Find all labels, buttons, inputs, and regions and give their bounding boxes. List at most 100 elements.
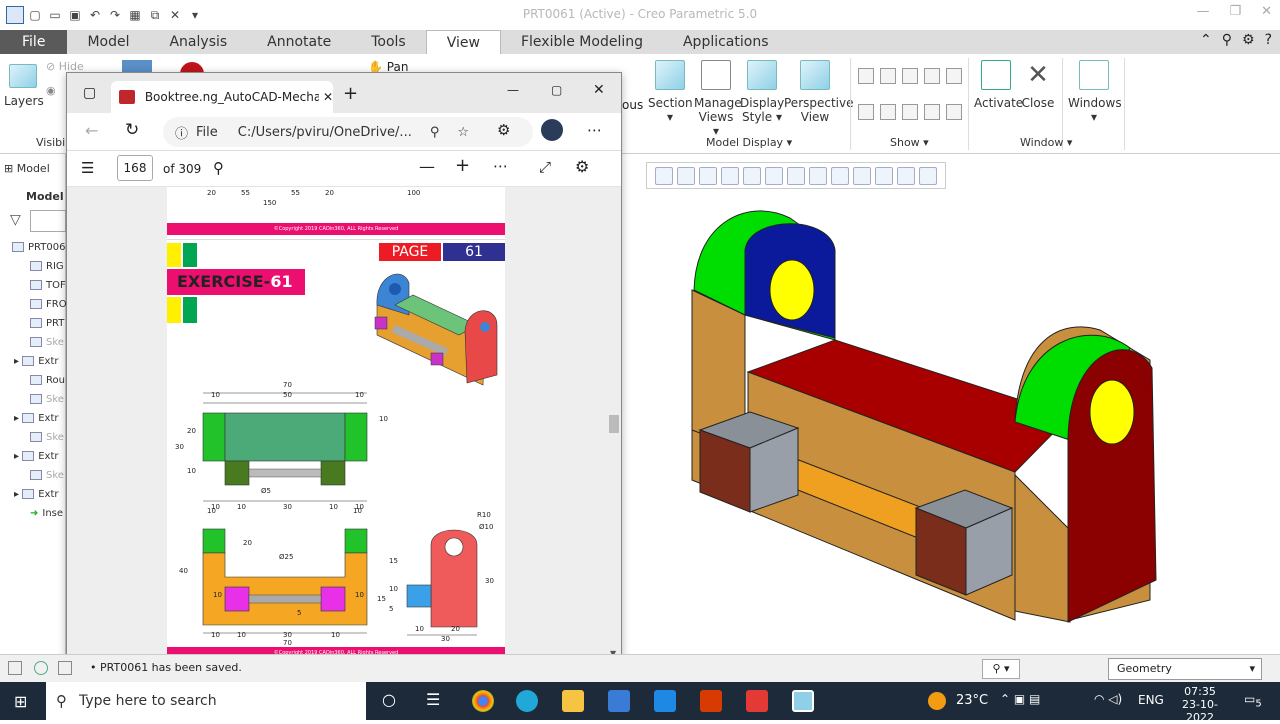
maximize-icon[interactable]: ▢ <box>551 83 562 97</box>
wps-icon[interactable] <box>746 690 768 712</box>
page-number-input[interactable]: 168 <box>117 155 153 181</box>
windows-button[interactable]: Windows ▾ <box>1068 60 1122 124</box>
weather-icon[interactable] <box>928 692 946 710</box>
perspective-view-button[interactable]: Perspective View <box>784 60 854 124</box>
zoom-in-icon[interactable]: + <box>455 155 470 176</box>
edge-icon[interactable] <box>516 690 538 712</box>
axis-display-icon[interactable] <box>880 68 896 84</box>
tree-item[interactable]: FRO <box>30 299 67 310</box>
view-manager-icon[interactable] <box>809 166 827 185</box>
find-icon[interactable]: ⚲ <box>213 159 224 177</box>
tree-item[interactable]: ▸ Extr <box>14 451 58 462</box>
start-icon[interactable]: ⊞ <box>14 692 27 711</box>
store-icon[interactable] <box>608 690 630 712</box>
minimize-icon[interactable]: — <box>1196 4 1209 19</box>
zoom-icon[interactable]: ⚲ <box>430 125 440 140</box>
zoom-out-icon[interactable] <box>699 166 717 185</box>
notifications-icon[interactable]: ▭5 <box>1244 692 1262 709</box>
tab-flexible-modeling[interactable]: Flexible Modeling <box>501 30 663 54</box>
model-tree-tab[interactable]: ⊞ Model <box>4 162 50 175</box>
annotation-display-icon[interactable] <box>946 68 962 84</box>
visibility-eye-icon[interactable]: ◉ <box>46 84 56 97</box>
point-tag-icon[interactable] <box>902 104 918 120</box>
settings-icon[interactable]: ⚙ <box>1242 32 1255 48</box>
tab-model[interactable]: Model <box>67 30 149 54</box>
spin-center-icon[interactable] <box>919 166 937 185</box>
tree-item[interactable]: TOF <box>30 280 66 291</box>
pdf-scrollbar[interactable]: ▼ <box>609 187 619 661</box>
zoom-in-icon[interactable] <box>677 166 695 185</box>
fullscreen-icon[interactable] <box>58 661 72 675</box>
browser-tab[interactable]: Booktree.ng_AutoCAD-Mechanic ✕ <box>111 81 333 113</box>
repaint-icon[interactable] <box>721 166 739 185</box>
tree-item[interactable]: ➜ Inse <box>30 508 63 519</box>
tree-item[interactable]: Ske <box>30 337 64 348</box>
section-icon[interactable] <box>853 166 871 185</box>
activate-button[interactable]: Activate <box>974 60 1023 110</box>
display-style-button[interactable]: Display Style ▾ <box>740 60 784 124</box>
refit-icon[interactable] <box>655 166 673 185</box>
creo-icon[interactable] <box>792 690 814 712</box>
restore-icon[interactable]: ❐ <box>1229 4 1241 19</box>
tree-item[interactable]: RIG <box>30 261 64 272</box>
fit-page-icon[interactable]: ⤢ <box>539 158 551 176</box>
tab-file[interactable]: File <box>0 30 68 54</box>
mail-icon[interactable] <box>654 690 676 712</box>
tab-view[interactable]: View <box>425 30 501 54</box>
spin-center-icon[interactable] <box>946 104 962 120</box>
avatar[interactable] <box>541 119 563 141</box>
url-field[interactable]: ⓘ File C:/Users/pviru/OneDrive/... ⚲ ☆ <box>163 117 533 147</box>
tab-analysis[interactable]: Analysis <box>149 30 247 54</box>
network-sound-icon[interactable]: ◠ ◁) <box>1094 692 1122 706</box>
toggle-navigator-icon[interactable] <box>8 661 22 675</box>
tree-item[interactable]: ▸ Extr <box>14 413 58 424</box>
pdf-viewport[interactable]: 20 55 55 20 150 100 ©Copyright 2019 CADi… <box>67 187 621 661</box>
perspective-icon[interactable] <box>831 166 849 185</box>
filter-icon[interactable]: ▽ <box>10 212 21 228</box>
tab-annotate[interactable]: Annotate <box>247 30 351 54</box>
chrome-icon[interactable] <box>472 690 494 712</box>
language-indicator[interactable]: ENG <box>1138 693 1164 707</box>
new-tab-icon[interactable]: + <box>343 83 358 104</box>
point-display-icon[interactable] <box>902 68 918 84</box>
tree-item[interactable]: Rou <box>30 375 65 386</box>
collapse-ribbon-icon[interactable]: ⌃ <box>1200 32 1212 48</box>
zoom-out-icon[interactable]: — <box>419 157 435 176</box>
tab-actions-icon[interactable]: ▢ <box>83 85 96 101</box>
close-icon[interactable]: ✕ <box>593 82 605 98</box>
more-tools-icon[interactable]: ⋯ <box>493 157 508 175</box>
tree-item[interactable]: Ske <box>30 394 64 405</box>
file-explorer-icon[interactable] <box>562 690 584 712</box>
tree-item[interactable]: PRT006 <box>12 242 65 253</box>
reorient-icon[interactable] <box>743 166 761 185</box>
favorite-icon[interactable]: ☆ <box>457 125 469 140</box>
office-icon[interactable] <box>700 690 722 712</box>
clock[interactable]: 07:35 23-10-2022 <box>1170 685 1230 724</box>
manage-views-button[interactable]: Manage Views ▾ <box>694 60 742 138</box>
back-icon[interactable]: ← <box>85 121 98 140</box>
tab-applications[interactable]: Applications <box>663 30 789 54</box>
extensions-icon[interactable]: ⚙ <box>497 121 510 139</box>
browser-toggle-icon[interactable] <box>34 661 48 675</box>
search-icon[interactable]: ⚲ <box>1222 32 1232 48</box>
scrollbar-thumb[interactable] <box>609 415 619 433</box>
tree-item[interactable]: Ske <box>30 432 64 443</box>
widgets-icon[interactable]: ☰ <box>426 690 440 709</box>
close-tab-icon[interactable]: ✕ <box>323 90 333 104</box>
close-button[interactable]: ✕ Close <box>1018 60 1058 110</box>
layers-button[interactable]: Layers <box>4 64 44 108</box>
plane-display-icon[interactable] <box>858 68 874 84</box>
datum-display-icon[interactable] <box>875 166 893 185</box>
csys-display-icon[interactable] <box>924 68 940 84</box>
minimize-icon[interactable]: — <box>507 83 519 97</box>
display-style-icon[interactable] <box>787 166 805 185</box>
close-icon[interactable]: ✕ <box>1261 4 1272 19</box>
saved-views-icon[interactable] <box>765 166 783 185</box>
tree-item[interactable]: ▸ Extr <box>14 356 58 367</box>
settings-icon[interactable]: ⚙ <box>575 157 589 176</box>
tab-tools[interactable]: Tools <box>351 30 426 54</box>
tree-item[interactable]: PRT <box>30 318 64 329</box>
section-button[interactable]: Section ▾ <box>648 60 693 124</box>
help-icon[interactable]: ? <box>1265 32 1272 48</box>
annotation-display-icon[interactable] <box>897 166 915 185</box>
